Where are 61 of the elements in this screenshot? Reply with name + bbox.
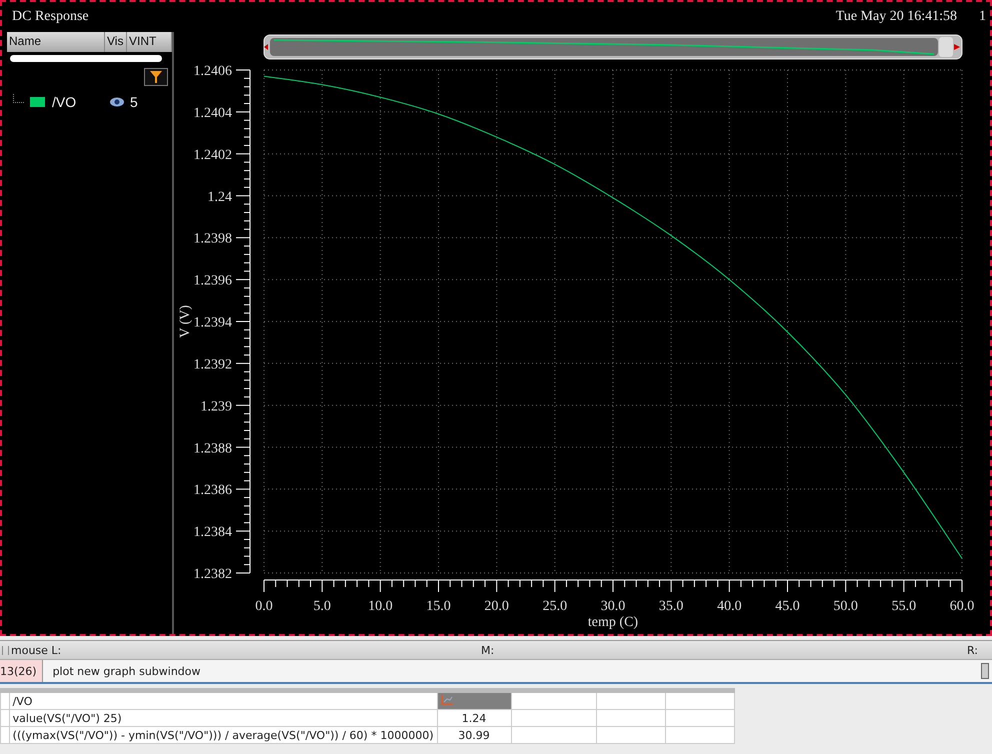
x-tick-label: 35.0: [658, 599, 684, 614]
x-tick-label: 15.0: [426, 599, 451, 614]
table-cell: [596, 710, 666, 726]
x-tick-label: 5.0: [313, 599, 331, 614]
grip-icon: [2, 646, 9, 654]
table-cell: [666, 710, 734, 726]
x-tick-label: 25.0: [542, 599, 568, 614]
y-tick-label: 1.2402: [194, 148, 232, 163]
table-cell: [596, 726, 666, 744]
table-cell: [596, 690, 666, 710]
x-tick-label: 10.0: [368, 599, 393, 614]
y-tick-label: 1.2406: [194, 64, 232, 79]
y-tick-label: 1.2392: [194, 357, 232, 372]
y-tick-label: 1.2386: [194, 483, 232, 498]
table-cell: [666, 726, 734, 744]
y-tick-label: 1.2404: [194, 106, 232, 121]
x-tick-label: 55.0: [892, 599, 916, 614]
scroll-thumb[interactable]: [981, 663, 989, 679]
table-cell: [0, 726, 10, 744]
x-tick-label: 30.0: [600, 599, 626, 614]
signal-name[interactable]: /VO: [52, 94, 110, 110]
column-heading[interactable]: Vis: [105, 32, 127, 52]
eye-icon[interactable]: [110, 97, 124, 107]
range-scroll-bar[interactable]: [264, 34, 962, 60]
mouse-left-label: mouse L:: [11, 644, 62, 656]
corner-text: 1: [979, 9, 986, 25]
y-tick-label: 1.2396: [194, 274, 232, 289]
y-axis-title: V (V): [178, 305, 193, 338]
x-tick-label: 40.0: [717, 599, 742, 614]
command-text: plot new graph subwindow: [52, 664, 202, 678]
table-cell: value(VS("/VO") 25): [9, 710, 437, 726]
x-tick-label: 60.0: [950, 599, 974, 614]
y-tick-label: 1.2382: [194, 567, 232, 582]
y-tick-label: 1.2388: [194, 441, 232, 456]
tree-branch-line: [13, 94, 24, 102]
table-cell: (((ymax(VS("/VO")) - ymin(VS("/VO"))) / average(VS("/VO")) / 60) * 1000000): [9, 726, 437, 744]
mouse-right-label: R:: [967, 644, 978, 656]
y-tick-label: 1.239: [200, 399, 232, 414]
timestamp: Tue May 20 16:41:58: [836, 9, 957, 25]
x-tick-label: 0.0: [255, 599, 273, 614]
x-tick-label: 20.0: [484, 599, 509, 614]
vint-value: 5: [130, 94, 138, 110]
x-tick-label: 50.0: [833, 599, 858, 614]
table-cell: [0, 710, 10, 726]
table-cell: 1.24: [437, 710, 512, 726]
column-heading[interactable]: VINT: [127, 32, 172, 52]
table-cell: 30.99: [437, 726, 512, 744]
filter-icon: [150, 71, 162, 83]
y-tick-label: 1.24: [208, 190, 232, 205]
y-tick-label: 1.2398: [194, 232, 232, 247]
search-field[interactable]: [10, 55, 162, 62]
y-tick-label: 1.2394: [194, 316, 232, 330]
y-tick-label: 1.2384: [194, 525, 232, 540]
table-cell: /VO: [9, 690, 437, 710]
filter-button[interactable]: [144, 68, 168, 86]
x-tick-label: 45.0: [775, 599, 800, 614]
command-number: 13(26): [0, 660, 43, 682]
window-title: DC Response: [12, 9, 90, 25]
column-heading[interactable]: Name: [7, 32, 105, 52]
mouse-middle-label: M:: [481, 644, 496, 656]
x-axis-title: temp (C): [588, 615, 638, 630]
